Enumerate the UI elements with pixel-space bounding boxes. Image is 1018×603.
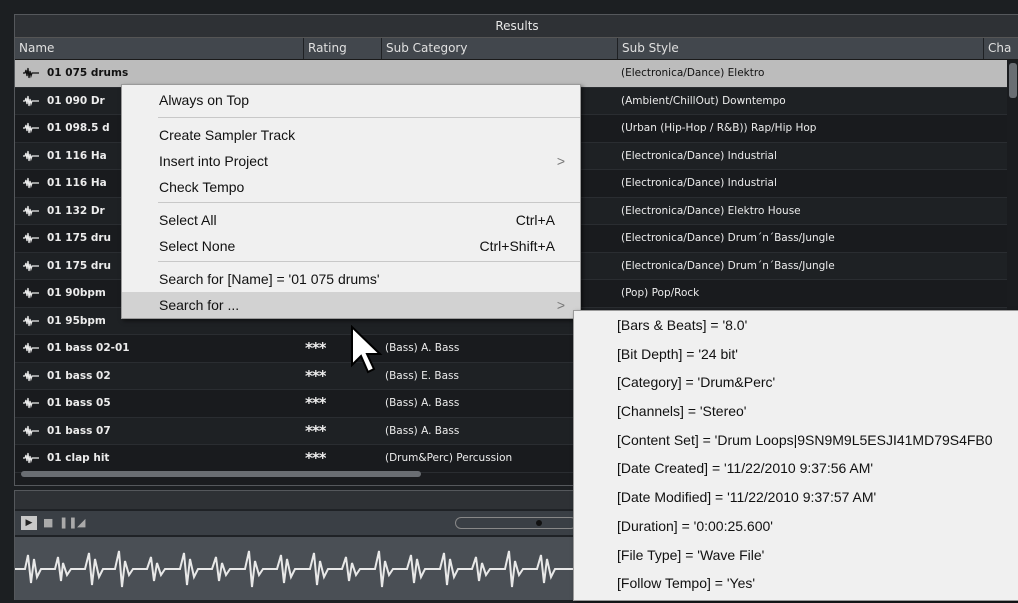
menu-item-create-sampler-track[interactable]: Create Sampler Track (122, 122, 580, 148)
row-name: 01 116 Ha (47, 149, 107, 162)
row-sub-style: (Electronica/Dance) Industrial (621, 149, 777, 162)
audio-file-icon (23, 370, 39, 381)
column-header-channels[interactable]: Cha (983, 38, 1018, 59)
row-name: 01 090 Dr (47, 94, 105, 107)
audio-file-icon (23, 315, 39, 326)
row-name: 01 bass 02 (47, 369, 111, 382)
menu-item-check-tempo[interactable]: Check Tempo (122, 174, 580, 200)
row-name: 01 075 drums (47, 67, 129, 79)
search-for-submenu: [Bars & Beats] = '8.0' [Bit Depth] = '24… (573, 310, 1018, 601)
audio-file-icon (23, 150, 39, 161)
submenu-item[interactable]: [Category] = 'Drum&Perc' (574, 368, 1018, 397)
submenu-item[interactable]: [Content Set] = 'Drum Loops|9SN9M9L5ESJI… (574, 426, 1018, 455)
menu-separator (158, 261, 580, 262)
preview-volume-slider[interactable] (455, 517, 577, 529)
waveform-icon (15, 550, 575, 588)
menu-separator (158, 202, 580, 203)
row-name: 01 bass 05 (47, 397, 111, 409)
submenu-item[interactable]: [Duration] = '0:00:25.600' (574, 512, 1018, 541)
column-header-sub-category[interactable]: Sub Category (381, 38, 618, 59)
row-rating: *** (305, 339, 326, 357)
menu-separator (158, 117, 580, 118)
submenu-item[interactable]: [Date Modified] = '11/22/2010 9:37:57 AM… (574, 483, 1018, 512)
vertical-scrollbar[interactable] (1009, 63, 1017, 98)
row-sub-style: (Urban (Hip-Hop / R&B)) Rap/Hip Hop (621, 122, 817, 134)
menu-item-insert-into-project[interactable]: Insert into Project > (122, 148, 580, 174)
submenu-item[interactable]: [File Type] = 'Wave File' (574, 541, 1018, 570)
menu-item-always-on-top[interactable]: Always on Top (122, 85, 580, 115)
row-name: 01 bass 07 (47, 424, 111, 437)
submenu-arrow-icon: > (556, 153, 565, 169)
submenu-item[interactable]: [Bars & Beats] = '8.0' (574, 311, 1018, 340)
stop-icon[interactable]: ■ (43, 516, 53, 530)
row-sub-style: (Electronica/Dance) Elektro House (621, 204, 801, 217)
mouse-cursor-icon (351, 325, 383, 374)
row-sub-style: (Electronica/Dance) Drum´n´Bass/Jungle (621, 232, 835, 244)
audio-file-icon (23, 452, 39, 464)
audio-file-icon (23, 342, 39, 354)
submenu-item[interactable]: [Channels] = 'Stereo' (574, 397, 1018, 426)
column-header-name[interactable]: Name (15, 38, 302, 59)
metronome-icon[interactable]: ◢ (77, 516, 85, 530)
row-sub-style: (Electronica/Dance) Elektro (621, 67, 765, 79)
submenu-item[interactable]: [Date Created] = '11/22/2010 9:37:56 AM' (574, 454, 1018, 483)
audio-file-icon (23, 177, 39, 189)
row-rating: *** (305, 449, 326, 467)
audio-file-icon (23, 205, 39, 216)
row-name: 01 175 dru (47, 232, 112, 244)
row-name: 01 132 Dr (47, 204, 105, 217)
context-menu: Always on Top Create Sampler Track Inser… (121, 84, 581, 319)
row-sub-style: (Pop) Pop/Rock (621, 287, 700, 299)
audio-file-icon (23, 232, 39, 244)
shortcut-label: Ctrl+Shift+A (479, 238, 555, 254)
menu-item-search-for-name[interactable]: Search for [Name] = '01 075 drums' (122, 266, 580, 292)
row-name: 01 116 Ha (47, 177, 107, 189)
row-name: 01 95bpm (47, 314, 106, 327)
horizontal-scrollbar[interactable] (21, 471, 421, 477)
results-title: Results (15, 15, 1018, 38)
row-name: 01 175 dru (47, 259, 112, 272)
row-name: 01 clap hit (47, 452, 110, 464)
row-rating: *** (305, 394, 326, 412)
audio-file-icon (23, 67, 39, 79)
menu-item-search-for[interactable]: Search for ... > (122, 292, 580, 318)
row-sub-style: (Ambient/ChillOut) Downtempo (621, 94, 786, 107)
submenu-arrow-icon: > (556, 297, 565, 313)
row-rating: *** (305, 421, 326, 440)
audio-file-icon (23, 95, 39, 106)
audio-file-icon (23, 260, 39, 271)
column-header-bar: Name Rating Sub Category Sub Style Cha (15, 38, 1018, 60)
audio-file-icon (23, 122, 39, 134)
column-header-rating[interactable]: Rating (303, 38, 372, 59)
row-name: 01 90bpm (47, 287, 106, 299)
submenu-item[interactable]: [Follow Tempo] = 'Yes' (574, 569, 1018, 598)
pause-icon[interactable]: ❚❚ (59, 516, 77, 530)
submenu-item[interactable]: [Bit Depth] = '24 bit' (574, 340, 1018, 369)
row-sub-style: (Electronica/Dance) Drum´n´Bass/Jungle (621, 259, 835, 272)
row-name: 01 098.5 d (47, 122, 110, 134)
row-sub-style: (Electronica/Dance) Industrial (621, 177, 777, 189)
audio-file-icon (23, 287, 39, 299)
audio-file-icon (23, 397, 39, 409)
menu-item-select-all[interactable]: Select All Ctrl+A (122, 207, 580, 233)
shortcut-label: Ctrl+A (515, 212, 555, 228)
column-header-sub-style[interactable]: Sub Style (617, 38, 984, 59)
slider-knob[interactable] (536, 520, 542, 526)
row-rating: *** (305, 366, 326, 385)
row-name: 01 bass 02-01 (47, 342, 130, 354)
menu-item-select-none[interactable]: Select None Ctrl+Shift+A (122, 233, 580, 259)
audio-file-icon (23, 425, 39, 436)
play-icon[interactable]: ▶ (21, 516, 37, 530)
